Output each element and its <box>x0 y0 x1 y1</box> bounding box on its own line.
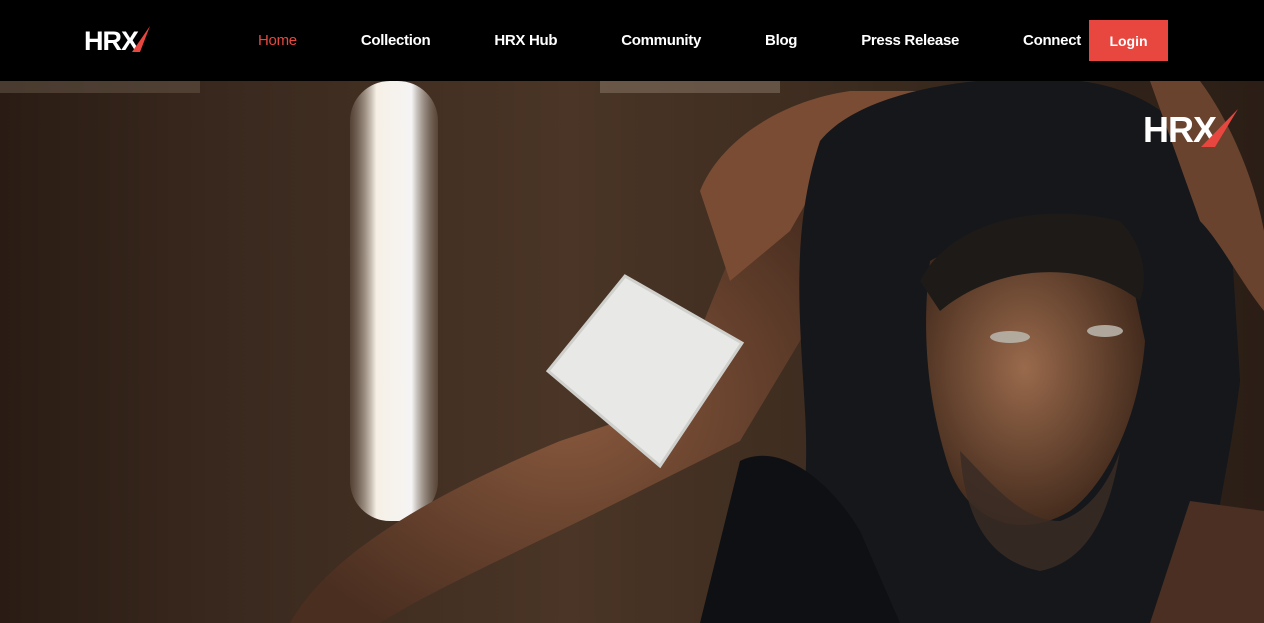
nav-collection[interactable]: Collection <box>341 32 451 49</box>
main-nav: Home Collection HRX Hub Community Blog P… <box>238 0 1125 81</box>
logo-swoosh-icon <box>132 26 150 52</box>
top-navbar: HRX Home Collection HRX Hub Community Bl… <box>0 0 1264 81</box>
nav-connect[interactable]: Connect <box>1003 32 1101 49</box>
hero-scene-image <box>0 81 1264 623</box>
hero-logo-swoosh-icon <box>1201 109 1238 147</box>
nav-blog[interactable]: Blog <box>745 32 817 49</box>
nav-hrx-hub[interactable]: HRX Hub <box>474 32 577 49</box>
login-button[interactable]: Login <box>1089 20 1168 61</box>
brand-logo[interactable]: HRX <box>84 22 154 60</box>
hero-watermark-logo: HRX <box>1143 109 1238 154</box>
nav-home[interactable]: Home <box>238 32 317 49</box>
hero-video-banner[interactable]: HRX <box>0 81 1264 623</box>
nav-community[interactable]: Community <box>601 32 721 49</box>
nav-press-release[interactable]: Press Release <box>841 32 979 49</box>
